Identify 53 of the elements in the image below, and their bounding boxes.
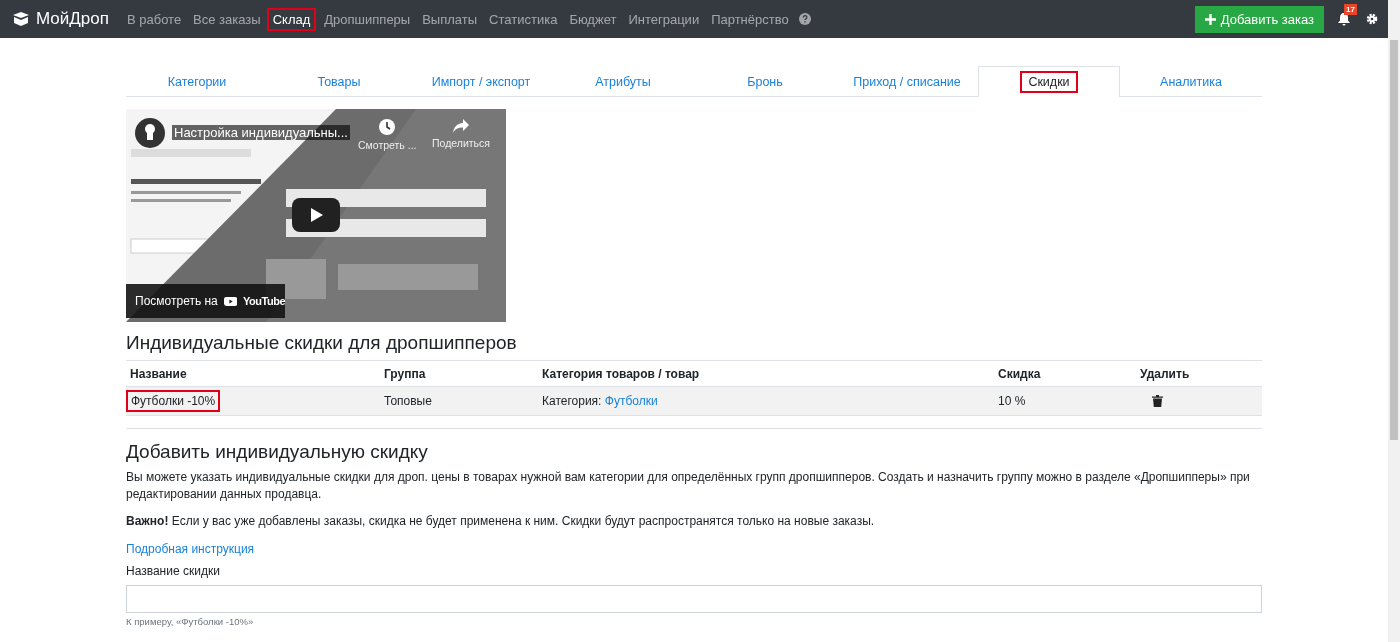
field-hint: К примеру, «Футболки -10%» <box>126 616 255 627</box>
plus-icon <box>1204 13 1216 25</box>
category-label: Категория: <box>542 394 602 408</box>
nav-link[interactable]: Все заказы <box>187 7 267 31</box>
form-title: Добавить индивидуальную скидку <box>126 441 429 463</box>
play-logo-icon <box>223 295 238 307</box>
watch-on-youtube-button[interactable]: Посмотреть на YouTube <box>126 284 285 318</box>
table-cell: 10 % <box>994 386 1136 416</box>
column-header: Удалить <box>1136 360 1262 387</box>
trash-icon[interactable] <box>1152 395 1163 407</box>
nav-link[interactable]: В работе <box>120 7 188 31</box>
notification-badge: 17 <box>1344 4 1357 15</box>
video-title[interactable]: Настройка индивидуальны... <box>172 125 350 140</box>
nav-link[interactable]: Партнёрство <box>705 7 795 31</box>
watch-later-label[interactable]: Смотреть ... <box>358 139 417 151</box>
table-cell: Топовые <box>380 386 538 416</box>
tab[interactable]: Аналитика <box>1120 66 1262 97</box>
section-title: Индивидуальные скидки для дропшипперов <box>126 332 518 354</box>
help-icon[interactable] <box>798 13 811 25</box>
add-order-button[interactable]: Добавить заказ <box>1194 5 1324 33</box>
column-header: Скидка <box>994 360 1136 387</box>
warning-note: Важно! Если у вас уже добавлены заказы, скидка не будет применена к ним. Скидки будут распространятся только на новые заказы. <box>126 513 876 530</box>
tab[interactable]: Импорт / экспорт <box>410 66 552 97</box>
category-link[interactable]: Футболки <box>604 394 658 408</box>
nav-link[interactable]: Интеграции <box>622 7 706 31</box>
box-icon <box>12 12 30 26</box>
nav-link[interactable]: Склад <box>266 7 317 31</box>
tab[interactable]: Скидки <box>978 66 1120 97</box>
tab[interactable]: Атрибуты <box>552 66 694 97</box>
column-header: Категория товаров / товар <box>538 360 994 387</box>
nav-link[interactable]: Статистика <box>483 7 564 31</box>
discount-name-input[interactable] <box>126 585 1262 613</box>
bell-icon[interactable] <box>1338 13 1350 26</box>
brand-name[interactable]: МойДроп <box>36 9 109 29</box>
clock-icon[interactable] <box>379 119 396 135</box>
tab[interactable]: Категории <box>126 66 268 97</box>
column-header: Название <box>126 360 380 387</box>
nav-link[interactable]: Выплаты <box>416 7 484 31</box>
nav-link[interactable]: Бюджет <box>563 7 623 31</box>
nav-link[interactable]: Дропшипперы <box>318 7 417 31</box>
field-label: Название скидки <box>126 564 221 578</box>
share-label[interactable]: Поделиться <box>432 137 490 149</box>
form-description: Вы можете указать индивидуальные скидки для дроп. цены в товарах нужной вам категории для определённых групп дропшипперов. Создать и назначить группу можно в разделе «Дропшипперы» при редактировании данных продавца. <box>126 469 1251 503</box>
discount-name: Футболки -10% <box>126 390 221 412</box>
play-icon[interactable] <box>292 198 340 232</box>
tab[interactable]: Товары <box>268 66 410 97</box>
settings-icon[interactable] <box>1366 13 1378 25</box>
instruction-link[interactable]: Подробная инструкция <box>126 542 255 556</box>
column-header: Группа <box>380 360 538 387</box>
share-icon[interactable] <box>453 119 469 133</box>
tab[interactable]: Бронь <box>694 66 836 97</box>
scrollbar-thumb[interactable] <box>1390 40 1398 440</box>
tab[interactable]: Приход / списание <box>836 66 978 97</box>
